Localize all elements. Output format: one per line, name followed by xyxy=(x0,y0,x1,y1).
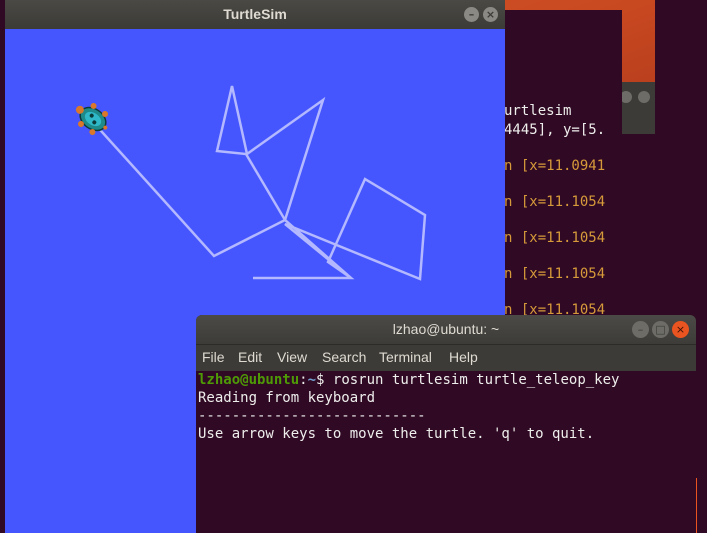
output-line: --------------------------- xyxy=(198,408,426,424)
command-line: lzhao@ubuntu:~$ rosrun turtlesim turtle_… xyxy=(198,372,619,388)
background-window[interactable] xyxy=(618,82,655,322)
bg-terminal-line: n [x=11.1054 xyxy=(504,194,606,210)
window-title: TurtleSim xyxy=(223,6,287,22)
command-text: rosrun turtlesim turtle_teleop_key xyxy=(332,372,620,388)
terminal-titlebar[interactable]: lzhao@ubuntu: ~ – □ × xyxy=(196,315,696,344)
prompt-user: lzhao@ubuntu xyxy=(198,372,300,388)
bg-terminal-line: urtlesim xyxy=(504,103,572,119)
window-button-icon[interactable] xyxy=(638,91,650,103)
menu-terminal[interactable]: Terminal xyxy=(379,349,432,365)
bg-terminal-line: n [x=11.1054 xyxy=(504,266,606,282)
prompt-path: ~ xyxy=(307,372,317,388)
terminal-window[interactable]: lzhao@ubuntu: ~ – □ × File Edit View Sea… xyxy=(196,315,696,533)
minimize-icon[interactable]: – xyxy=(464,7,479,22)
terminal-body[interactable]: lzhao@ubuntu:~$ rosrun turtlesim turtle_… xyxy=(196,370,696,533)
prompt-separator: : xyxy=(299,372,308,388)
turtle-icon xyxy=(75,102,109,136)
maximize-icon[interactable]: □ xyxy=(652,321,669,338)
turtle-path xyxy=(92,85,427,281)
menu-edit[interactable]: Edit xyxy=(238,349,262,365)
output-line: Use arrow keys to move the turtle. 'q' t… xyxy=(198,426,595,442)
background-window-body xyxy=(618,134,655,322)
close-icon[interactable]: × xyxy=(483,7,498,22)
bg-terminal-line: n [x=11.0941 xyxy=(504,158,606,174)
menu-view[interactable]: View xyxy=(277,349,307,365)
terminal-menubar: File Edit View Search Terminal Help xyxy=(196,344,696,371)
background-terminal[interactable]: urtlesim 4445], y=[5. n [x=11.0941 n [x=… xyxy=(490,10,622,320)
menu-file[interactable]: File xyxy=(202,349,225,365)
close-icon[interactable]: × xyxy=(672,321,689,338)
menu-help[interactable]: Help xyxy=(449,349,478,365)
minimize-icon[interactable]: – xyxy=(632,321,649,338)
turtlesim-titlebar[interactable]: TurtleSim – × xyxy=(5,0,505,29)
bg-terminal-line: n [x=11.1054 xyxy=(504,230,606,246)
bg-terminal-line: 4445], y=[5. xyxy=(504,122,606,138)
terminal-title: lzhao@ubuntu: ~ xyxy=(392,321,500,337)
output-line: Reading from keyboard xyxy=(198,390,376,406)
prompt-symbol: $ xyxy=(316,372,333,388)
menu-search[interactable]: Search xyxy=(322,349,366,365)
